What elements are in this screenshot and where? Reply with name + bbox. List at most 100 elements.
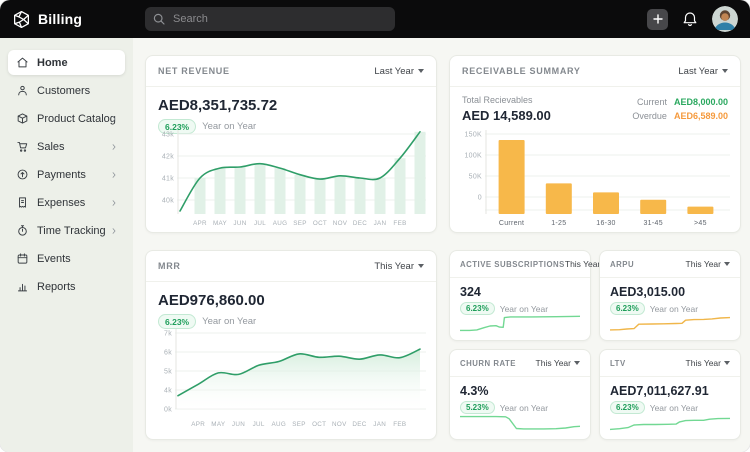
chevron-down-icon bbox=[418, 69, 424, 73]
chevron-down-icon bbox=[724, 262, 730, 266]
ltv-range-dropdown[interactable]: This Year bbox=[686, 358, 730, 368]
churn-rate-range-dropdown[interactable]: This Year bbox=[536, 358, 580, 368]
sidebar-item-label: Reports bbox=[37, 281, 76, 293]
customers-icon bbox=[16, 84, 29, 97]
topbar: Billing bbox=[0, 0, 750, 38]
churn-rate-card: CHURN RATE This Year 4.3% 5.23% Year on … bbox=[449, 349, 591, 440]
time-tracking-stopwatch-icon bbox=[16, 224, 29, 237]
svg-text:41k: 41k bbox=[162, 176, 174, 183]
sidebar-item-events[interactable]: Events bbox=[8, 246, 125, 271]
search-input[interactable] bbox=[171, 12, 387, 26]
churn-rate-value: 4.3% bbox=[450, 377, 590, 398]
notifications-bell-icon[interactable] bbox=[682, 11, 698, 27]
arpu-range-dropdown[interactable]: This Year bbox=[686, 259, 730, 269]
total-receivables-label: Total Recievables bbox=[462, 95, 551, 105]
range-label: Last Year bbox=[374, 66, 414, 77]
billing-logo-icon bbox=[12, 10, 31, 29]
sidebar-item-home[interactable]: Home bbox=[8, 50, 125, 75]
search-box[interactable] bbox=[145, 7, 395, 31]
svg-text:43k: 43k bbox=[162, 132, 174, 139]
current-label: Current bbox=[637, 95, 667, 109]
sidebar-item-customers[interactable]: Customers bbox=[8, 78, 125, 103]
chevron-right-icon bbox=[110, 143, 118, 151]
product-catalog-icon bbox=[16, 112, 29, 125]
svg-text:OCT: OCT bbox=[313, 220, 327, 227]
reports-chart-icon bbox=[16, 280, 29, 293]
main-content: NET REVENUE Last Year AED8,351,735.72 6.… bbox=[133, 38, 750, 452]
svg-text:FEB: FEB bbox=[393, 421, 406, 428]
svg-text:7k: 7k bbox=[164, 331, 172, 338]
net-revenue-value: AED8,351,735.72 bbox=[146, 87, 436, 114]
net-revenue-chart: 43k42k41k40kAPRMAYJUNJULAUGSEPOCTNOVDECJ… bbox=[154, 128, 428, 228]
svg-text:Current: Current bbox=[499, 220, 524, 227]
mrr-range-dropdown[interactable]: This Year bbox=[374, 261, 424, 272]
svg-text:42k: 42k bbox=[162, 154, 174, 161]
svg-text:FEB: FEB bbox=[393, 220, 406, 227]
events-calendar-icon bbox=[16, 252, 29, 265]
active-subscriptions-card: ACTIVE SUBSCRIPTIONS This Year 324 6.23%… bbox=[449, 250, 591, 341]
chevron-down-icon bbox=[418, 264, 424, 268]
mrr-value: AED976,860.00 bbox=[146, 282, 436, 309]
sidebar-item-label: Product Catalog bbox=[37, 113, 116, 125]
add-button[interactable] bbox=[647, 9, 668, 30]
current-row: Current AED8,000.00 bbox=[632, 95, 728, 109]
card-title: NET REVENUE bbox=[158, 66, 230, 76]
svg-text:MAY: MAY bbox=[211, 421, 226, 428]
receivable-range-dropdown[interactable]: Last Year bbox=[678, 66, 728, 77]
card-header: LTV This Year bbox=[600, 350, 740, 377]
svg-text:4k: 4k bbox=[164, 388, 172, 395]
mrr-card: MRR This Year AED976,860.00 6.23% Year o… bbox=[145, 250, 437, 440]
svg-text:AUG: AUG bbox=[272, 421, 287, 428]
chevron-down-icon bbox=[722, 69, 728, 73]
chevron-right-icon bbox=[110, 171, 118, 179]
topbar-actions bbox=[647, 0, 738, 38]
sidebar: Home Customers Product Catalog Sales Pay… bbox=[0, 38, 133, 452]
card-header: RECEIVABLE SUMMARY Last Year bbox=[450, 56, 740, 87]
sidebar-item-expenses[interactable]: Expenses bbox=[8, 190, 125, 215]
svg-text:SEP: SEP bbox=[292, 421, 306, 428]
expenses-receipt-icon bbox=[16, 196, 29, 209]
sidebar-item-product-catalog[interactable]: Product Catalog bbox=[8, 106, 125, 131]
range-label: This Year bbox=[565, 259, 600, 269]
chevron-right-icon bbox=[110, 199, 118, 207]
card-header: ARPU This Year bbox=[600, 251, 740, 278]
sidebar-item-time-tracking[interactable]: Time Tracking bbox=[8, 218, 125, 243]
receivable-summary-card: RECEIVABLE SUMMARY Last Year Total Recie… bbox=[449, 55, 741, 233]
sidebar-item-payments[interactable]: Payments bbox=[8, 162, 125, 187]
app-window: Billing bbox=[0, 0, 750, 452]
brand[interactable]: Billing bbox=[12, 0, 82, 38]
home-icon bbox=[16, 56, 29, 69]
svg-text:JAN: JAN bbox=[374, 220, 387, 227]
svg-text:16-30: 16-30 bbox=[596, 220, 615, 227]
ltv-sparkline bbox=[610, 410, 730, 432]
sidebar-item-sales[interactable]: Sales bbox=[8, 134, 125, 159]
svg-text:JUN: JUN bbox=[233, 220, 246, 227]
card-header: CHURN RATE This Year bbox=[450, 350, 590, 377]
sales-cart-icon bbox=[16, 140, 29, 153]
svg-text:SEP: SEP bbox=[293, 220, 307, 227]
sidebar-item-label: Expenses bbox=[37, 197, 85, 209]
svg-text:DEC: DEC bbox=[353, 220, 367, 227]
range-label: This Year bbox=[374, 261, 414, 272]
svg-text:JAN: JAN bbox=[373, 421, 386, 428]
svg-text:5k: 5k bbox=[164, 369, 172, 376]
chevron-down-icon bbox=[724, 361, 730, 365]
svg-text:0: 0 bbox=[478, 195, 482, 202]
user-avatar[interactable] bbox=[712, 6, 738, 32]
receivable-aging-chart: 150K100K50K0Current1-2516-3031-45>45 bbox=[458, 128, 732, 228]
search-icon bbox=[153, 13, 165, 25]
chevron-down-icon bbox=[574, 361, 580, 365]
sidebar-item-label: Events bbox=[37, 253, 71, 265]
sidebar-item-reports[interactable]: Reports bbox=[8, 274, 125, 299]
range-label: This Year bbox=[686, 259, 721, 269]
net-revenue-range-dropdown[interactable]: Last Year bbox=[374, 66, 424, 77]
overdue-row: Overdue AED6,589.00 bbox=[632, 109, 728, 123]
range-label: This Year bbox=[536, 358, 571, 368]
svg-text:JUN: JUN bbox=[232, 421, 245, 428]
net-revenue-card: NET REVENUE Last Year AED8,351,735.72 6.… bbox=[145, 55, 437, 233]
sidebar-item-label: Customers bbox=[37, 85, 90, 97]
svg-text:NOV: NOV bbox=[332, 421, 347, 428]
receivable-totals: Total Recievables AED 14,589.00 Current … bbox=[450, 87, 740, 124]
sidebar-item-label: Time Tracking bbox=[37, 225, 106, 237]
svg-text:MAY: MAY bbox=[213, 220, 228, 227]
